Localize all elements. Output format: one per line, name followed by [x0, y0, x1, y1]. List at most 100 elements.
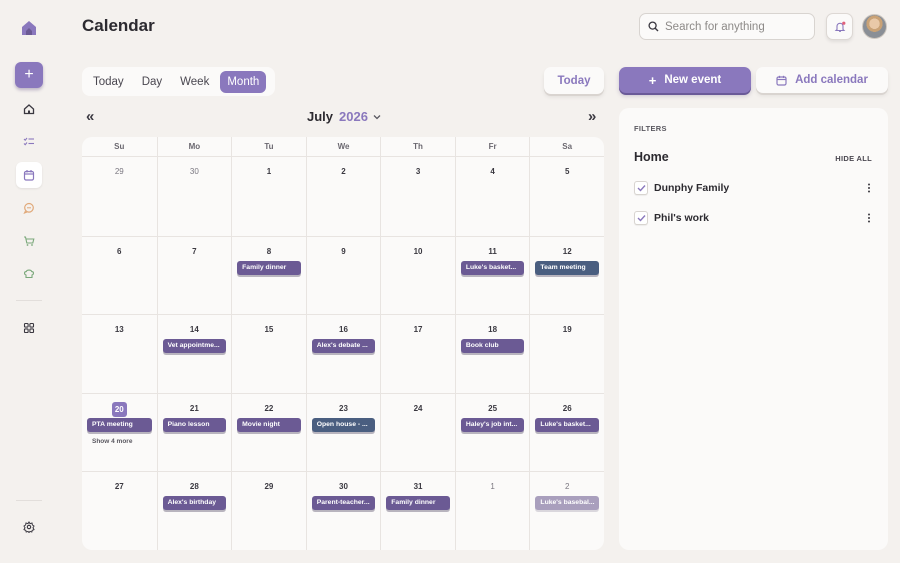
- day-cell[interactable]: 31 Family dinner: [380, 471, 455, 550]
- search-input[interactable]: [665, 20, 805, 33]
- event-chip[interactable]: Open house - ...: [311, 417, 376, 432]
- day-cell[interactable]: 30: [156, 157, 232, 236]
- day-cell[interactable]: 10: [380, 235, 455, 315]
- day-cell[interactable]: 19: [529, 314, 604, 393]
- event-chip[interactable]: Luke's basket...: [535, 417, 599, 432]
- day-cell[interactable]: 27: [82, 471, 157, 550]
- event-chip[interactable]: Movie night: [237, 417, 301, 432]
- day-cell[interactable]: 15: [231, 314, 306, 393]
- calendar-icon[interactable]: [16, 162, 42, 188]
- day-cell[interactable]: 18 Book club: [454, 314, 530, 393]
- cart-icon[interactable]: [16, 228, 42, 254]
- sidebar-add-button[interactable]: +: [15, 62, 43, 88]
- calendar-checkbox[interactable]: [634, 211, 648, 225]
- date-number: 18: [456, 323, 530, 337]
- event-chip[interactable]: Family dinner: [237, 260, 301, 275]
- event-chip[interactable]: Book club: [460, 339, 525, 354]
- date-number-text: 2: [341, 167, 346, 176]
- day-cell[interactable]: 29: [82, 157, 157, 236]
- user-avatar[interactable]: [862, 14, 887, 39]
- day-cell[interactable]: 16 Alex's debate ...: [305, 314, 381, 393]
- event-chip[interactable]: Alex's debate ...: [311, 339, 376, 354]
- day-cell[interactable]: 22 Movie night: [231, 392, 306, 472]
- hide-all-button[interactable]: HIDE ALL: [835, 154, 872, 163]
- day-cell[interactable]: 14 Vet appointme...: [156, 314, 232, 393]
- calendar-item-dunphy-family[interactable]: Dunphy Family: [634, 180, 874, 196]
- day-cell[interactable]: 1: [231, 157, 306, 236]
- tab-today[interactable]: Today: [86, 71, 131, 93]
- event-chip[interactable]: Family dinner: [386, 496, 450, 511]
- day-cell[interactable]: 9: [305, 235, 381, 315]
- day-cell[interactable]: 26 Luke's basket...: [529, 392, 604, 472]
- tasks-icon[interactable]: [16, 129, 42, 155]
- add-calendar-button[interactable]: Add calendar: [756, 67, 888, 93]
- date-number: 7: [158, 245, 232, 259]
- event-chip[interactable]: Luke's basket...: [460, 260, 525, 275]
- day-cell[interactable]: 6: [82, 235, 157, 315]
- date-number-text: 1: [490, 482, 495, 492]
- date-number: 27: [82, 480, 157, 494]
- day-cell[interactable]: 20 PTA meeting Show 4 more: [82, 392, 157, 472]
- day-cell[interactable]: 12 Team meeting: [529, 235, 604, 315]
- more-options-icon[interactable]: [864, 210, 874, 226]
- day-cell[interactable]: 1: [454, 471, 530, 550]
- next-month-button[interactable]: »: [588, 108, 596, 125]
- weekday-label: Sa: [529, 137, 604, 157]
- day-cell[interactable]: 7: [156, 235, 232, 315]
- chef-hat-icon[interactable]: [16, 261, 42, 287]
- show-more-link[interactable]: Show 4 more: [92, 438, 157, 445]
- day-cell[interactable]: 5: [529, 157, 604, 236]
- day-cell[interactable]: 17: [380, 314, 455, 393]
- event-chip[interactable]: Vet appointme...: [162, 339, 227, 354]
- new-event-button[interactable]: + New event: [619, 67, 751, 93]
- event-chip[interactable]: Team meeting: [535, 260, 599, 275]
- bell-icon: [834, 21, 845, 32]
- date-number-text: 28: [189, 482, 199, 492]
- event-chip[interactable]: Haley's job int...: [460, 417, 525, 432]
- day-cell[interactable]: 4: [454, 157, 530, 236]
- day-cell[interactable]: 13: [82, 314, 157, 393]
- event-chip[interactable]: PTA meeting: [87, 417, 152, 432]
- day-cell[interactable]: 8 Family dinner: [231, 235, 306, 315]
- calendar-group-title: Home: [634, 150, 669, 164]
- day-cell[interactable]: 25 Haley's job int...: [454, 392, 530, 472]
- date-number: 5: [530, 165, 604, 179]
- today-button[interactable]: Today: [544, 67, 604, 94]
- date-number: 13: [82, 323, 157, 337]
- tab-day[interactable]: Day: [135, 71, 169, 93]
- calendar-checkbox[interactable]: [634, 181, 648, 195]
- event-chip[interactable]: Alex's birthday: [162, 496, 227, 511]
- event-chip[interactable]: Parent-teacher...: [311, 496, 376, 511]
- day-cell[interactable]: 2 Luke's basebal...: [529, 471, 604, 550]
- day-cell[interactable]: 28 Alex's birthday: [156, 471, 232, 550]
- date-number-text: 16: [339, 325, 348, 335]
- day-cell[interactable]: 23 Open house - ...: [305, 392, 381, 472]
- calendar-item-phils-work[interactable]: Phil's work: [634, 210, 874, 226]
- tab-week[interactable]: Week: [173, 71, 216, 93]
- apps-grid-icon[interactable]: [16, 315, 42, 341]
- more-options-icon[interactable]: [864, 180, 874, 196]
- filters-panel: FILTERS Home HIDE ALL Dunphy Family Phil…: [619, 108, 888, 550]
- app-logo-icon[interactable]: [20, 19, 38, 37]
- date-number-text: 21: [189, 403, 199, 413]
- day-cell[interactable]: 3: [380, 157, 455, 236]
- previous-month-button[interactable]: «: [86, 108, 94, 125]
- home-icon[interactable]: [16, 96, 42, 122]
- settings-gear-icon[interactable]: [16, 514, 42, 540]
- day-cell[interactable]: 2: [305, 157, 381, 236]
- day-cell[interactable]: 29: [231, 471, 306, 550]
- day-cell[interactable]: 11 Luke's basket...: [454, 235, 530, 315]
- tab-month[interactable]: Month: [220, 70, 267, 93]
- notifications-button[interactable]: [826, 13, 853, 40]
- event-chip[interactable]: Piano lesson: [162, 417, 227, 432]
- event-chip[interactable]: Luke's basebal...: [535, 496, 599, 511]
- chat-icon[interactable]: [16, 195, 42, 221]
- day-cell[interactable]: 21 Piano lesson: [156, 392, 232, 472]
- search-box[interactable]: [639, 13, 815, 40]
- weekday-header: Su Mo Tu We Th Fr Sa: [82, 137, 604, 157]
- month-picker[interactable]: July 2026: [307, 109, 381, 124]
- date-number: 29: [82, 165, 157, 179]
- date-number-text: 5: [564, 167, 570, 176]
- day-cell[interactable]: 24: [380, 392, 455, 472]
- day-cell[interactable]: 30 Parent-teacher...: [305, 471, 381, 550]
